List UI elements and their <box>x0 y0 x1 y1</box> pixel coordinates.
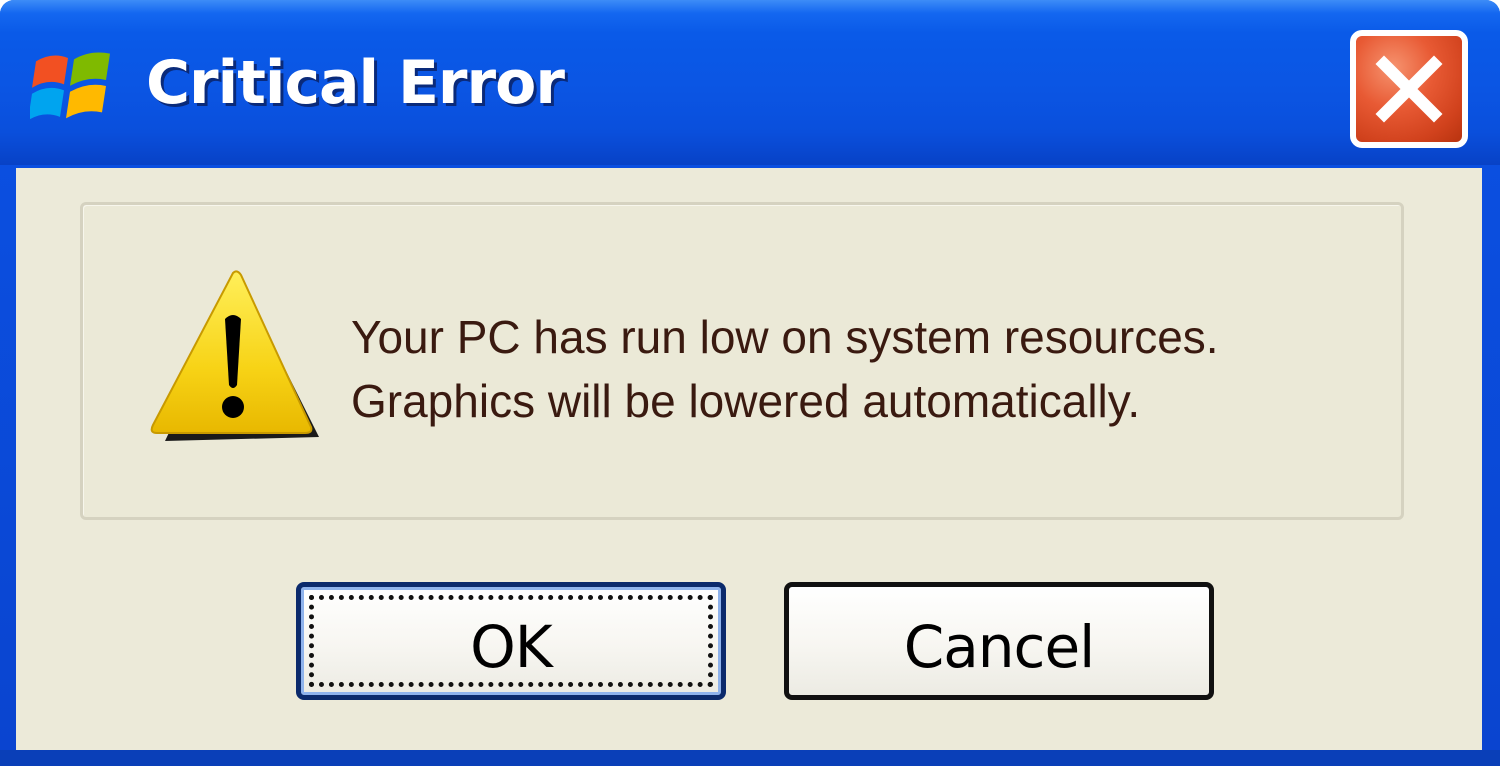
ok-button[interactable]: OK <box>296 582 726 700</box>
message-line-2: Graphics will be lowered automatically. <box>351 375 1141 427</box>
close-button[interactable] <box>1350 30 1468 148</box>
cancel-button[interactable]: Cancel <box>784 582 1214 700</box>
dialog-body: Your PC has run low on system resources.… <box>16 168 1482 750</box>
warning-triangle-icon <box>150 270 319 441</box>
window-bottom-border <box>0 750 1500 766</box>
ok-button-label: OK <box>470 613 553 681</box>
windows-logo-icon <box>30 52 110 121</box>
dialog-window: Critical Error Your PC has run low on sy… <box>0 0 1500 766</box>
message-panel: Your PC has run low on system resources.… <box>80 202 1404 520</box>
message-line-1: Your PC has run low on system resources. <box>351 311 1219 363</box>
title-bar[interactable]: Critical Error <box>0 0 1500 165</box>
error-message: Your PC has run low on system resources.… <box>351 305 1219 433</box>
cancel-button-label: Cancel <box>903 613 1096 681</box>
close-x-icon <box>1375 55 1443 123</box>
window-title: Critical Error <box>146 48 565 118</box>
